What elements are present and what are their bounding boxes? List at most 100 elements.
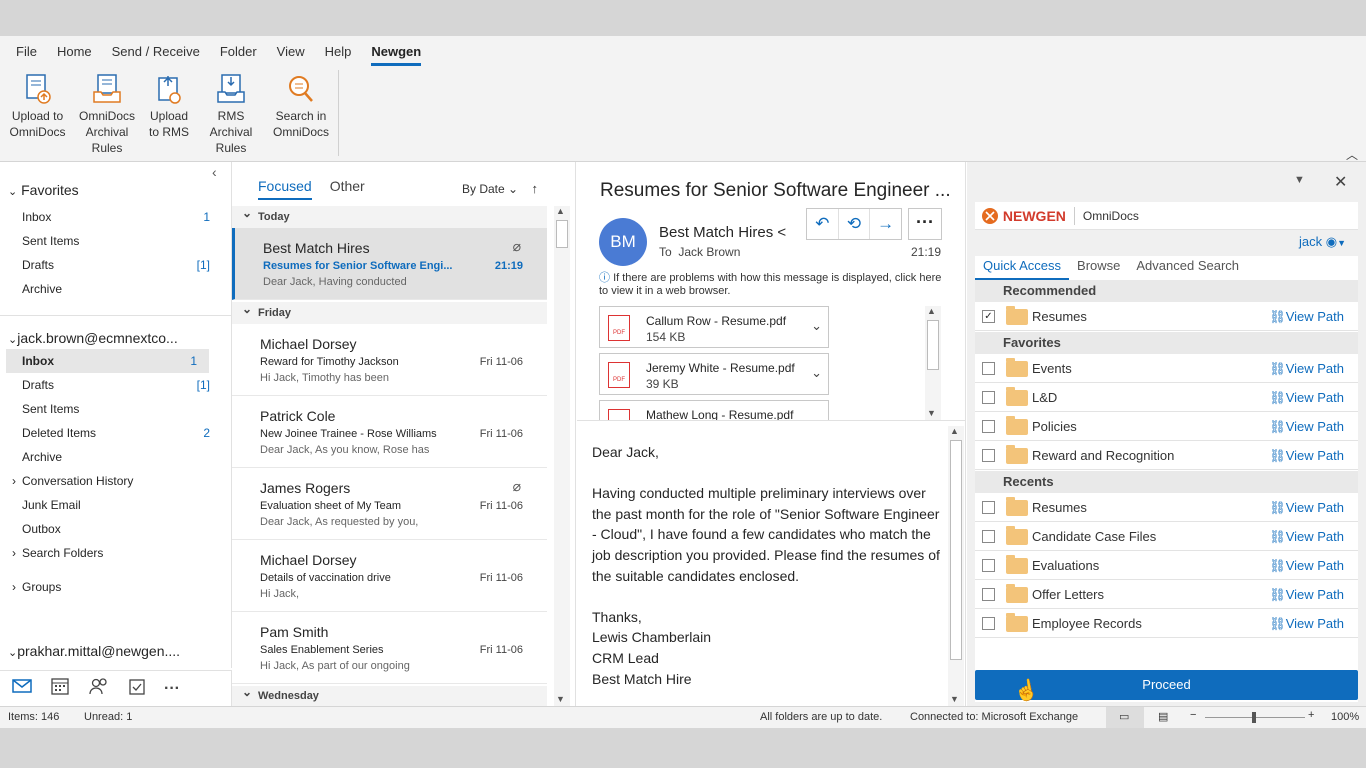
fav-sent-items[interactable]: Sent Items <box>0 229 224 253</box>
folder-inbox[interactable]: Inbox 1 <box>6 349 209 373</box>
upload-to-omnidocs-button[interactable]: Upload to OmniDocs <box>6 70 69 156</box>
email-sender[interactable]: Best Match Hires < <box>659 224 786 241</box>
fav-inbox[interactable]: Inbox 1 <box>0 205 224 229</box>
menu-file[interactable]: File <box>6 42 47 62</box>
attachments-scrollbar[interactable]: ▲ ▼ <box>925 306 941 420</box>
scroll-up-icon[interactable]: ▲ <box>927 306 936 316</box>
folder-row[interactable]: Candidate Case Files ⛓View Path <box>975 522 1358 551</box>
omnidocs-archival-rules-button[interactable]: OmniDocs Archival Rules <box>69 70 145 156</box>
calendar-icon[interactable] <box>50 677 70 700</box>
collapse-ribbon-icon[interactable]: ︿ <box>1346 146 1358 163</box>
menu-help[interactable]: Help <box>315 42 362 62</box>
chevron-down-icon[interactable]: ⌄ <box>811 412 822 420</box>
folder-archive[interactable]: Archive <box>0 445 224 469</box>
scroll-up-icon[interactable]: ▲ <box>950 426 959 436</box>
sort-direction-icon[interactable]: ↑ <box>531 181 538 196</box>
menu-newgen[interactable]: Newgen <box>361 42 431 66</box>
scroll-thumb[interactable] <box>556 220 568 248</box>
reply-all-icon[interactable]: ⟲ <box>839 209 871 239</box>
message-list-scrollbar[interactable]: ▲ ▼ <box>554 206 570 706</box>
view-path-link[interactable]: ⛓View Path <box>1269 309 1344 325</box>
folder-checkbox[interactable] <box>982 501 995 514</box>
attachment-card[interactable]: PDF Callum Row - Resume.pdf 154 KB ⌄ <box>599 306 829 348</box>
menu-send-receive[interactable]: Send / Receive <box>102 42 210 62</box>
folder-row[interactable]: Employee Records ⛓View Path <box>975 609 1358 638</box>
reply-icon[interactable]: ↶ <box>807 209 839 239</box>
rms-archival-rules-button[interactable]: RMS Archival Rules <box>193 70 269 156</box>
reading-view-icon[interactable]: ▤ <box>1158 710 1168 723</box>
attachment-card[interactable]: PDF Jeremy White - Resume.pdf 39 KB ⌄ <box>599 353 829 395</box>
folder-row[interactable]: Resumes ⛓View Path <box>975 493 1358 522</box>
scroll-thumb[interactable] <box>927 320 939 370</box>
folder-row[interactable]: Policies ⛓View Path <box>975 412 1358 441</box>
folder-row[interactable]: Events ⛓View Path <box>975 354 1358 383</box>
message-item[interactable]: James Rogers ⌀ Evaluation sheet of My Te… <box>232 468 547 540</box>
folder-deleted-items[interactable]: Deleted Items 2 <box>0 421 224 445</box>
email-recipient[interactable]: Jack Brown <box>678 245 740 259</box>
message-item[interactable]: Michael Dorsey Details of vaccination dr… <box>232 540 547 612</box>
upload-to-rms-button[interactable]: Upload to RMS <box>145 70 193 156</box>
folder-checkbox[interactable]: ✓ <box>982 310 995 323</box>
folder-sent-items[interactable]: Sent Items <box>0 397 224 421</box>
folder-checkbox[interactable] <box>982 530 995 543</box>
folder-junk-email[interactable]: Junk Email <box>0 493 224 517</box>
message-item[interactable]: Pam Smith Sales Enablement Series Fri 11… <box>232 612 547 684</box>
favorites-header[interactable]: ⌄ Favorites <box>8 182 79 198</box>
scroll-down-icon[interactable]: ▼ <box>927 408 936 418</box>
folder-row[interactable]: Evaluations ⛓View Path <box>975 551 1358 580</box>
folder-checkbox[interactable] <box>982 617 995 630</box>
view-path-link[interactable]: ⛓View Path <box>1269 361 1344 377</box>
zoom-in-icon[interactable]: + <box>1308 709 1314 721</box>
display-problem-notice[interactable]: ⓘ If there are problems with how this me… <box>599 272 944 298</box>
people-icon[interactable] <box>88 677 110 700</box>
folder-checkbox[interactable] <box>982 588 995 601</box>
account-prakhar-header[interactable]: ⌄prakhar.mittal@newgen.... <box>8 643 180 659</box>
search-in-omnidocs-button[interactable]: Search in OmniDocs <box>269 70 333 156</box>
tab-advanced-search[interactable]: Advanced Search <box>1128 258 1247 280</box>
group-today[interactable]: Today <box>232 202 547 228</box>
forward-icon[interactable]: → <box>870 209 901 239</box>
more-apps-icon[interactable]: ··· <box>164 680 180 698</box>
zoom-level[interactable]: 100% <box>1331 711 1359 723</box>
folder-groups[interactable]: › Groups <box>0 575 224 599</box>
chevron-down-icon[interactable]: ⌄ <box>811 318 822 334</box>
folder-search-folders[interactable]: › Search Folders <box>0 541 224 565</box>
mail-icon[interactable] <box>12 678 32 699</box>
message-item[interactable]: Best Match Hires ⌀ Resumes for Senior So… <box>232 228 547 300</box>
scroll-down-icon[interactable]: ▼ <box>950 694 959 704</box>
fav-archive[interactable]: Archive <box>0 277 224 301</box>
tab-focused[interactable]: Focused <box>258 178 312 200</box>
tab-other[interactable]: Other <box>330 178 365 200</box>
folder-row[interactable]: Offer Letters ⛓View Path <box>975 580 1358 609</box>
view-path-link[interactable]: ⛓View Path <box>1269 500 1344 516</box>
menu-folder[interactable]: Folder <box>210 42 267 62</box>
close-icon[interactable]: ✕ <box>1334 172 1347 192</box>
email-body-scrollbar[interactable]: ▲ ▼ <box>948 426 964 706</box>
attachment-card[interactable]: PDF Mathew Long - Resume.pdf ⌄ <box>599 400 829 420</box>
chevron-down-icon[interactable]: ⌄ <box>811 365 822 381</box>
view-path-link[interactable]: ⛓View Path <box>1269 419 1344 435</box>
tab-quick-access[interactable]: Quick Access <box>975 258 1070 280</box>
tasks-icon[interactable] <box>128 677 146 700</box>
scroll-up-icon[interactable]: ▲ <box>556 206 565 216</box>
folder-conversation-history[interactable]: › Conversation History <box>0 469 224 493</box>
view-path-link[interactable]: ⛓View Path <box>1269 529 1344 545</box>
folder-row[interactable]: ✓ Resumes ⛓View Path <box>975 302 1358 331</box>
pane-options-icon[interactable]: ▼ <box>1294 174 1305 186</box>
user-menu[interactable]: jack ◉▼ <box>1299 234 1346 250</box>
folder-checkbox[interactable] <box>982 449 995 462</box>
group-friday[interactable]: Friday <box>232 298 547 324</box>
message-item[interactable]: Michael Dorsey Reward for Timothy Jackso… <box>232 324 547 396</box>
menu-home[interactable]: Home <box>47 42 102 62</box>
view-path-link[interactable]: ⛓View Path <box>1269 616 1344 632</box>
fav-drafts[interactable]: Drafts [1] <box>0 253 224 277</box>
view-path-link[interactable]: ⛓View Path <box>1269 587 1344 603</box>
folder-row[interactable]: L&D ⛓View Path <box>975 383 1358 412</box>
zoom-thumb[interactable] <box>1252 712 1256 723</box>
group-wednesday[interactable]: Wednesday <box>232 682 547 706</box>
folder-outbox[interactable]: Outbox <box>0 517 224 541</box>
view-path-link[interactable]: ⛓View Path <box>1269 448 1344 464</box>
folder-checkbox[interactable] <box>982 420 995 433</box>
tab-browse[interactable]: Browse <box>1069 258 1128 280</box>
account-jack-header[interactable]: ⌄jack.brown@ecmnextco... <box>8 330 178 346</box>
